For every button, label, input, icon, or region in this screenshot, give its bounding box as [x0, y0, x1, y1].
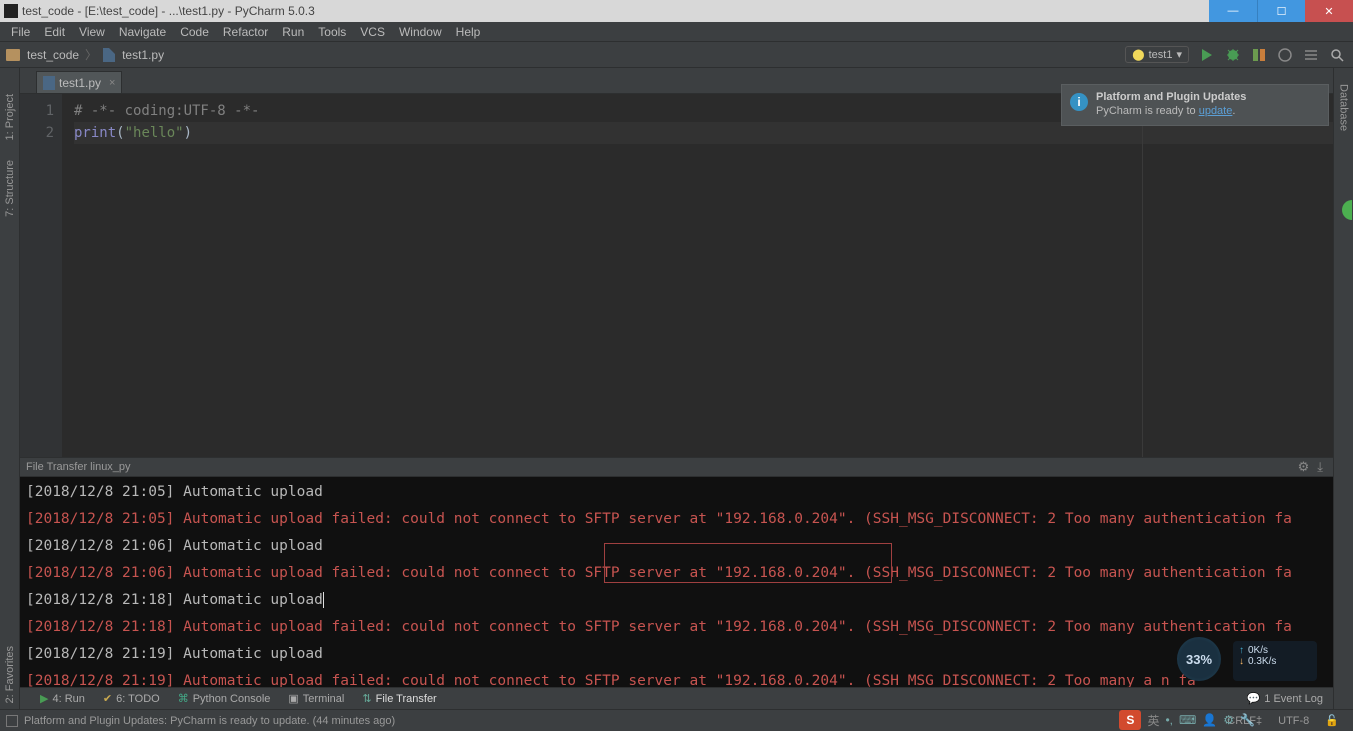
ime-logo-icon[interactable]: S — [1119, 710, 1141, 730]
log-line: [2018/12/8 21:06] Automatic upload faile… — [26, 560, 1327, 587]
menu-window[interactable]: Window — [392, 25, 449, 39]
window-maximize-button[interactable]: ☐ — [1257, 0, 1305, 22]
hide-panel-icon[interactable]: ⤓ — [1313, 459, 1327, 475]
folder-icon — [6, 49, 20, 61]
download-arrow-icon: ↓ — [1239, 656, 1244, 667]
status-square-icon[interactable] — [6, 715, 18, 727]
navigation-bar: test_code 〉 test1.py ⬤ test1 ▾ — [0, 42, 1353, 68]
tool-python-console[interactable]: ⌘Python Console — [178, 692, 271, 705]
python-icon: ⬤ — [1132, 48, 1144, 61]
left-tool-strip: 1: Project 7: Structure 2: Favorites — [0, 68, 20, 709]
breadcrumb-project[interactable]: test_code — [27, 48, 79, 62]
tool-favorites[interactable]: 2: Favorites — [4, 640, 16, 709]
line-gutter: 1 2 — [20, 94, 62, 457]
log-line: [2018/12/8 21:18] Automatic upload — [26, 587, 1327, 614]
menu-run[interactable]: Run — [275, 25, 311, 39]
performance-monitor-widget[interactable]: 33% — [1177, 637, 1221, 681]
tool-event-log[interactable]: 💬1 Event Log — [1247, 692, 1333, 705]
bottom-tool-strip: ▶4: Run ✔6: TODO ⌘Python Console ▣Termin… — [20, 687, 1333, 709]
tab-label: test1.py — [59, 76, 101, 90]
menu-edit[interactable]: Edit — [37, 25, 72, 39]
menu-help[interactable]: Help — [449, 25, 488, 39]
right-margin-line — [1142, 94, 1143, 457]
notification-body: PyCharm is ready to update. — [1096, 105, 1320, 117]
run-config-label: test1 — [1149, 49, 1173, 61]
editor[interactable]: 1 2 # -*- coding:UTF-8 -*- print("hello"… — [20, 94, 1333, 457]
stop-button[interactable] — [1277, 47, 1293, 63]
file-transfer-console[interactable]: [2018/12/8 21:05] Automatic upload[2018/… — [20, 477, 1333, 687]
log-line: [2018/12/8 21:05] Automatic upload faile… — [26, 506, 1327, 533]
status-message: Platform and Plugin Updates: PyCharm is … — [24, 715, 395, 727]
python-file-icon — [43, 76, 55, 90]
line-number: 2 — [20, 122, 54, 144]
tool-run[interactable]: ▶4: Run — [40, 692, 85, 705]
upload-arrow-icon: ↑ — [1239, 645, 1244, 656]
update-notification[interactable]: i Platform and Plugin Updates PyCharm is… — [1061, 84, 1329, 126]
main-menu[interactable]: File Edit View Navigate Code Refactor Ru… — [0, 22, 1353, 42]
info-icon: i — [1070, 93, 1088, 111]
tool-todo[interactable]: ✔6: TODO — [103, 692, 160, 705]
menu-navigate[interactable]: Navigate — [112, 25, 173, 39]
tool-file-transfer[interactable]: ⇅File Transfer — [362, 692, 436, 705]
ime-punct-icon[interactable]: •, — [1165, 713, 1173, 727]
search-button[interactable] — [1329, 47, 1345, 63]
tool-terminal[interactable]: ▣Terminal — [288, 692, 344, 705]
tool-database[interactable]: Database — [1338, 78, 1350, 137]
update-link[interactable]: update — [1199, 105, 1233, 117]
ime-toolbar[interactable]: S 英 •, ⌨ 👤 ⚙ 🔧 — [1119, 709, 1255, 731]
ime-language[interactable]: 英 — [1147, 712, 1159, 729]
window-title: test_code - [E:\test_code] - ...\test1.p… — [22, 4, 315, 18]
gear-icon[interactable]: ⚙ — [1294, 459, 1314, 475]
menu-tools[interactable]: Tools — [311, 25, 353, 39]
breadcrumb-separator: 〉 — [85, 46, 97, 63]
close-tab-icon[interactable]: × — [105, 77, 115, 89]
window-close-button[interactable]: ✕ — [1305, 0, 1353, 22]
panel-title: File Transfer linux_py — [26, 461, 131, 473]
line-number: 1 — [20, 100, 54, 122]
log-line: [2018/12/8 21:18] Automatic upload faile… — [26, 614, 1327, 641]
code-string: "hello" — [125, 125, 184, 141]
encoding-widget[interactable]: UTF-8 — [1270, 715, 1317, 727]
window-minimize-button[interactable]: — — [1209, 0, 1257, 22]
ime-keyboard-icon[interactable]: ⌨ — [1179, 713, 1196, 727]
window-titlebar: test_code - [E:\test_code] - ...\test1.p… — [0, 0, 1353, 22]
network-monitor-widget[interactable]: ↑0K/s ↓0.3K/s — [1233, 641, 1317, 681]
log-line: [2018/12/8 21:05] Automatic upload — [26, 479, 1327, 506]
editor-tab-test1[interactable]: test1.py × — [36, 71, 122, 93]
coverage-button[interactable] — [1251, 47, 1267, 63]
python-file-icon — [103, 48, 115, 62]
dropdown-icon: ▾ — [1176, 48, 1182, 61]
readonly-lock-icon[interactable]: 🔓 — [1317, 714, 1347, 727]
menu-refactor[interactable]: Refactor — [216, 25, 275, 39]
tool-project[interactable]: 1: Project — [4, 88, 16, 146]
run-configuration-selector[interactable]: ⬤ test1 ▾ — [1125, 46, 1189, 63]
code-builtin: print — [74, 125, 116, 141]
log-line: [2018/12/8 21:19] Automatic upload — [26, 641, 1327, 668]
ime-tool-icon[interactable]: 🔧 — [1240, 713, 1255, 727]
code-comment: # -*- coding:UTF-8 -*- — [74, 103, 259, 119]
breadcrumb-file[interactable]: test1.py — [122, 48, 164, 62]
menu-view[interactable]: View — [72, 25, 112, 39]
right-tool-strip: Database — [1333, 68, 1353, 709]
run-button[interactable] — [1199, 47, 1215, 63]
ime-settings-icon[interactable]: ⚙ — [1223, 713, 1234, 727]
update-button[interactable] — [1303, 47, 1319, 63]
ime-person-icon[interactable]: 👤 — [1202, 713, 1217, 727]
menu-code[interactable]: Code — [173, 25, 216, 39]
menu-vcs[interactable]: VCS — [353, 25, 392, 39]
notification-title: Platform and Plugin Updates — [1096, 91, 1320, 103]
tool-structure[interactable]: 7: Structure — [4, 154, 16, 223]
menu-file[interactable]: File — [4, 25, 37, 39]
log-line: [2018/12/8 21:06] Automatic upload — [26, 533, 1327, 560]
app-icon — [4, 4, 18, 18]
log-line: [2018/12/8 21:19] Automatic upload faile… — [26, 668, 1327, 687]
file-transfer-panel-header[interactable]: File Transfer linux_py ⚙ ⤓ — [20, 457, 1333, 477]
debug-button[interactable] — [1225, 47, 1241, 63]
